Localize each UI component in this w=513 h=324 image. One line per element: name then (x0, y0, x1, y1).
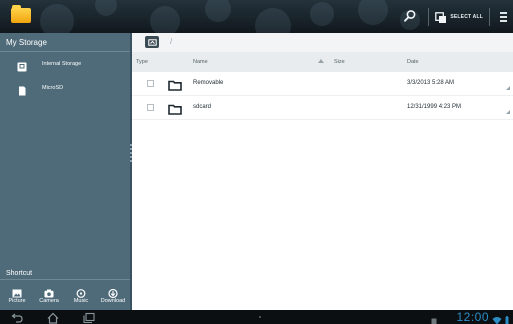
camera-icon (44, 285, 54, 298)
recent-apps-button[interactable] (82, 311, 102, 324)
shortcut-label: Picture (8, 298, 26, 304)
status-clock[interactable]: 12:00 (456, 310, 489, 324)
shortcut-label: Music (73, 298, 89, 304)
internal-storage-icon (17, 59, 27, 72)
file-date: 3/3/2013 5:28 AM (407, 80, 455, 86)
column-date[interactable]: Date (407, 59, 419, 65)
shortcut-title: Shortcut (6, 270, 33, 277)
background-decoration (358, 0, 388, 25)
microsd-icon (17, 83, 27, 96)
file-row[interactable]: sdcard 12/31/1999 4:23 PM (132, 96, 513, 120)
battery-icon (505, 312, 509, 324)
background-decoration (40, 4, 74, 33)
background-decoration (255, 8, 291, 33)
file-row[interactable]: Removable 3/3/2013 5:28 AM (132, 72, 513, 96)
column-size[interactable]: Size (334, 59, 345, 65)
background-decoration (95, 0, 117, 16)
divider (0, 51, 130, 52)
column-name[interactable]: Name (193, 59, 208, 65)
overflow-menu-icon (500, 11, 507, 14)
folder-up-icon (147, 38, 157, 46)
background-decoration (150, 6, 180, 33)
search-icon (404, 9, 416, 22)
row-menu-icon[interactable] (506, 110, 510, 114)
select-all-icon (435, 11, 447, 23)
background-decoration (205, 0, 231, 22)
back-icon (11, 313, 23, 323)
sidebar-item-internal-storage[interactable]: Internal Storage (0, 54, 130, 74)
file-name: Removable (193, 80, 224, 86)
row-checkbox[interactable] (147, 80, 154, 87)
row-checkbox[interactable] (147, 104, 154, 111)
action-divider (428, 7, 430, 26)
column-header: Type Name Size Date (132, 52, 513, 72)
path-separator: / (170, 37, 173, 46)
action-bar: SELECT ALL (0, 0, 513, 33)
column-type[interactable]: Type (136, 59, 148, 65)
overflow-menu-button[interactable] (496, 7, 510, 27)
divider (0, 279, 130, 280)
select-all-label: SELECT ALL (450, 13, 483, 20)
sidebar: My Storage Internal Storage MicroSD Shor… (0, 33, 130, 310)
home-button[interactable] (46, 311, 66, 324)
picture-icon (12, 285, 22, 298)
folder-icon (168, 102, 182, 115)
action-bar-actions: SELECT ALL (400, 0, 513, 33)
pane-resize-handle[interactable] (130, 144, 132, 166)
folder-icon (168, 78, 182, 91)
nav-indicator (259, 316, 261, 318)
sidebar-item-microsd[interactable]: MicroSD (0, 78, 130, 98)
sidebar-item-label: MicroSD (42, 85, 64, 91)
shortcut-label: Camera (39, 298, 59, 304)
download-icon (108, 285, 118, 299)
sidebar-title: My Storage (6, 38, 47, 47)
shortcut-camera[interactable]: Camera (33, 284, 65, 308)
sidebar-item-label: Internal Storage (42, 61, 82, 67)
shortcut-download[interactable]: Download (97, 284, 129, 308)
wifi-icon (492, 312, 502, 324)
home-icon (47, 312, 59, 324)
notification-icon[interactable] (431, 313, 437, 324)
shortcut-label: Download (100, 298, 126, 304)
row-menu-icon[interactable] (506, 86, 510, 90)
background-decoration (310, 2, 334, 26)
sort-ascending-icon (318, 59, 324, 63)
file-date: 12/31/1999 4:23 PM (407, 104, 462, 110)
search-button[interactable] (400, 6, 422, 28)
recent-apps-icon (83, 312, 95, 324)
back-button[interactable] (10, 311, 30, 323)
shortcut-music[interactable]: Music (65, 284, 97, 308)
file-name: sdcard (193, 104, 212, 110)
action-divider (489, 7, 490, 26)
select-all-button[interactable]: SELECT ALL (435, 11, 483, 23)
system-nav-bar: 12:00 (0, 310, 513, 324)
path-bar: / (132, 33, 513, 52)
music-icon (76, 285, 86, 298)
folder-icon[interactable] (11, 5, 31, 23)
shortcut-picture[interactable]: Picture (1, 284, 33, 308)
folder-up-button[interactable] (145, 36, 159, 48)
